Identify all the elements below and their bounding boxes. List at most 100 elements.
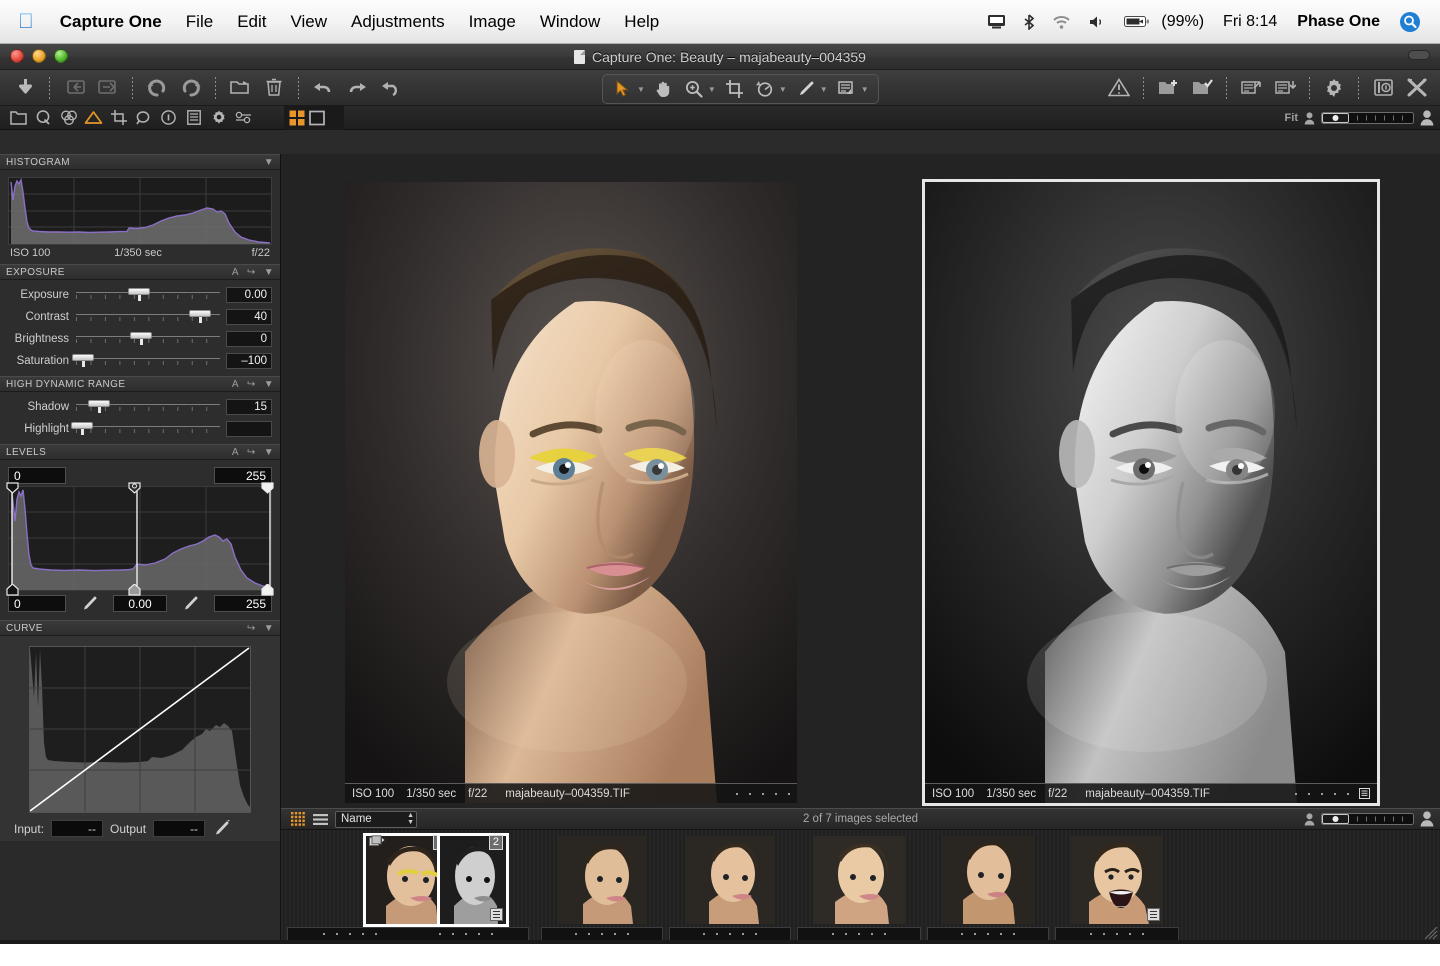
close-button[interactable] <box>10 49 24 63</box>
curve-section-header[interactable]: CURVE ↪ ▼ <box>0 620 280 636</box>
levels-input-black-field[interactable]: 0 <box>8 595 66 612</box>
photo-list-icon[interactable] <box>1359 788 1370 799</box>
list-item[interactable]: 2 <box>409 832 537 927</box>
traffic-lights[interactable] <box>10 49 68 63</box>
bluetooth-icon[interactable] <box>1015 13 1043 30</box>
primary-photo[interactable]: ISO 100 1/350 sec f/22 majabeauty–004359… <box>345 182 797 803</box>
slider-track-highlight[interactable] <box>70 420 220 438</box>
open-folder-icon[interactable] <box>223 73 257 103</box>
chevron-down-icon[interactable]: ▼ <box>264 379 274 390</box>
chevron-down-icon[interactable]: ▼ <box>264 447 274 458</box>
sort-select[interactable]: Name ▲ ▼ <box>335 810 417 828</box>
hdr-section-header[interactable]: HIGH DYNAMIC RANGE A ↪ ▼ <box>0 376 280 392</box>
thumbnail[interactable] <box>1071 836 1163 924</box>
slider-track-contrast[interactable] <box>76 308 220 326</box>
secondary-photo[interactable]: ISO 100 1/350 sec f/22 majabeauty–004359… <box>922 179 1380 806</box>
batch-tab[interactable] <box>231 107 256 129</box>
library-tab[interactable] <box>6 107 31 129</box>
thumbnail[interactable] <box>943 836 1033 924</box>
levels-input-gamma-handle[interactable] <box>128 584 141 596</box>
slider-track-saturation[interactable] <box>72 352 220 370</box>
menu-item-edit[interactable]: Edit <box>225 12 278 32</box>
next-capture-icon[interactable] <box>91 73 125 103</box>
rotate-left-icon[interactable] <box>140 73 174 103</box>
trash-icon[interactable] <box>257 73 291 103</box>
chevron-down-icon[interactable]: ▼ <box>264 157 274 168</box>
thumbnail[interactable] <box>685 836 775 924</box>
white-eyedropper-icon[interactable] <box>182 595 199 612</box>
window-resize-grip[interactable] <box>1425 927 1438 940</box>
pointer-tool[interactable] <box>609 77 637 101</box>
volume-icon[interactable] <box>1080 15 1115 29</box>
curve-output-value[interactable]: -- <box>153 820 206 837</box>
reset-arrow-icon[interactable]: ↪ <box>247 623 256 634</box>
histogram-graph[interactable] <box>8 177 272 245</box>
chevron-down-icon[interactable]: ▼ <box>264 623 274 634</box>
curve-eyedropper-icon[interactable] <box>212 820 231 837</box>
menu-item-file[interactable]: File <box>174 12 225 32</box>
large-thumb-icon[interactable] <box>1420 811 1434 827</box>
reset-arrow-icon[interactable]: ↪ <box>247 379 256 390</box>
process-queue-icon[interactable] <box>1268 73 1302 103</box>
thumbnail[interactable] <box>557 836 647 924</box>
battery-icon[interactable] <box>1115 15 1159 28</box>
rating-dots[interactable] <box>541 927 663 941</box>
undo-icon[interactable] <box>306 73 340 103</box>
menu-item-image[interactable]: Image <box>457 12 528 32</box>
thumbnail[interactable] <box>813 836 905 924</box>
rating-dots[interactable] <box>927 927 1049 941</box>
chevron-down-icon[interactable]: ▼ <box>861 85 869 94</box>
quick-tab[interactable] <box>31 107 56 129</box>
levels-midpoint-handle[interactable] <box>128 482 141 494</box>
view-mode-group[interactable] <box>284 106 344 130</box>
reset-icon[interactable] <box>374 73 408 103</box>
histogram-section-header[interactable]: HISTOGRAM ▼ <box>0 154 280 170</box>
wifi-icon[interactable] <box>1043 15 1080 29</box>
list-view-icon[interactable] <box>309 810 331 828</box>
image-viewer[interactable]: ISO 100 1/350 sec f/22 majabeauty–004359… <box>281 154 1440 808</box>
rating-dots[interactable] <box>669 927 791 941</box>
rating-dots[interactable] <box>797 927 921 941</box>
white-balance-picker[interactable] <box>792 77 820 101</box>
thumbnail-size-slider[interactable] <box>1321 813 1414 825</box>
curve-input-value[interactable]: -- <box>51 820 104 837</box>
levels-graph[interactable] <box>6 482 274 596</box>
auto-adjust-button[interactable]: A <box>232 267 239 278</box>
reset-arrow-icon[interactable]: ↪ <box>247 267 256 278</box>
small-thumb-icon[interactable] <box>1304 812 1315 826</box>
slider-saturation[interactable]: Saturation –100 <box>0 350 280 372</box>
warning-icon[interactable] <box>1102 73 1136 103</box>
slider-highlight[interactable]: Highlight <box>0 418 280 440</box>
levels-gamma-field[interactable]: 0.00 <box>113 595 167 612</box>
slider-value[interactable]: 0.00 <box>226 287 272 303</box>
info-icon[interactable] <box>1366 73 1400 103</box>
levels-input-white-field[interactable]: 255 <box>214 595 272 612</box>
color-tab[interactable] <box>56 107 81 129</box>
viewer-tool-cluster[interactable]: ▼ ▼ ▼ ▼ ▼ <box>602 74 879 104</box>
chevron-down-icon[interactable]: ▼ <box>708 85 716 94</box>
apple-logo-icon[interactable]:  <box>18 11 34 32</box>
stepper-icon[interactable]: ▲ ▼ <box>407 812 414 826</box>
slider-value[interactable]: 15 <box>226 399 272 415</box>
menu-clock[interactable]: Fri 8:14 <box>1213 13 1287 31</box>
chevron-down-icon[interactable]: ▼ <box>264 267 274 278</box>
slider-value[interactable]: 0 <box>226 331 272 347</box>
grid-view-icon[interactable] <box>289 110 305 126</box>
slider-value[interactable]: –100 <box>226 353 272 369</box>
zoom-control[interactable]: Fit <box>1285 106 1434 130</box>
new-selection-icon[interactable] <box>1185 73 1219 103</box>
minimize-button[interactable] <box>32 49 46 63</box>
auto-adjust-button[interactable]: A <box>232 379 239 390</box>
large-thumb-icon[interactable] <box>1420 110 1434 126</box>
levels-input-white-handle[interactable] <box>261 584 274 596</box>
menu-item-view[interactable]: View <box>278 12 339 32</box>
slider-track-exposure[interactable] <box>76 286 220 304</box>
levels-section-header[interactable]: LEVELS A ↪ ▼ <box>0 444 280 460</box>
copy-adjustments-tool[interactable] <box>833 77 861 101</box>
menu-item-adjustments[interactable]: Adjustments <box>339 12 457 32</box>
chevron-down-icon[interactable]: ▼ <box>637 85 645 94</box>
menu-item-capture-one[interactable]: Capture One <box>48 12 174 32</box>
black-eyedropper-icon[interactable] <box>81 595 98 612</box>
menu-user[interactable]: Phase One <box>1287 13 1390 31</box>
tools-icon[interactable] <box>1400 73 1434 103</box>
